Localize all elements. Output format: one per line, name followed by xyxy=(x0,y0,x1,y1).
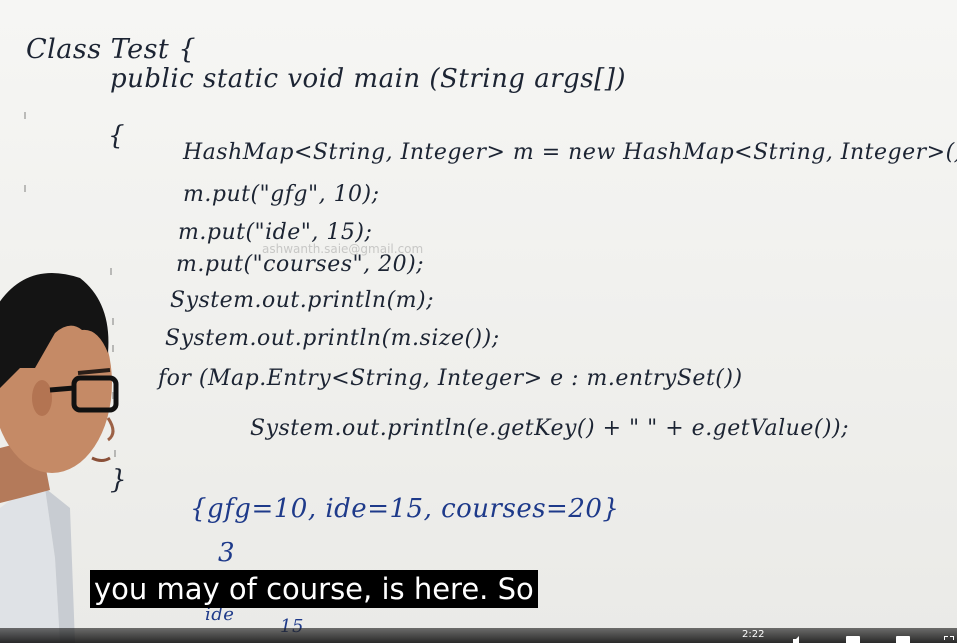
code-line-hashmap: HashMap<String, Integer> m = new HashMap… xyxy=(183,140,957,165)
fullscreen-icon[interactable] xyxy=(943,631,955,643)
code-line-put-ide: m.put("ide", 15); xyxy=(178,220,373,245)
code-line-main: public static void main (String args[]) xyxy=(110,64,627,94)
code-line-println-m: System.out.println(m); xyxy=(170,288,435,313)
code-line-for-loop: for (Map.Entry<String, Integer> e : m.en… xyxy=(158,366,743,391)
elapsed-time: 2:22 xyxy=(742,629,765,640)
code-line-println-entry: System.out.println(e.getKey() + " " + e.… xyxy=(250,416,849,441)
email-watermark: ashwanth.saie@gmail.com xyxy=(262,242,424,256)
player-control-bar[interactable]: 2:22 xyxy=(0,628,957,643)
code-line-open-brace: { xyxy=(108,121,126,151)
captions-icon[interactable] xyxy=(846,631,860,643)
board-margin-mark xyxy=(24,112,26,119)
code-line-put-courses: m.put("courses", 20); xyxy=(176,252,425,277)
volume-icon[interactable] xyxy=(792,631,802,643)
subtitle-caption: you may of course, is here. So xyxy=(90,570,538,608)
code-line-put-gfg: m.put("gfg", 10); xyxy=(183,182,380,207)
output-map: {gfg=10, ide=15, courses=20} xyxy=(190,494,620,524)
video-frame[interactable]: Class Test { public static void main (St… xyxy=(0,0,957,643)
board-margin-mark xyxy=(24,185,26,192)
settings-icon[interactable] xyxy=(896,631,910,643)
code-line-class: Class Test { xyxy=(26,34,197,65)
output-size: 3 xyxy=(218,538,236,568)
code-line-println-size: System.out.println(m.size()); xyxy=(165,326,500,351)
output-key: ide xyxy=(205,604,235,625)
